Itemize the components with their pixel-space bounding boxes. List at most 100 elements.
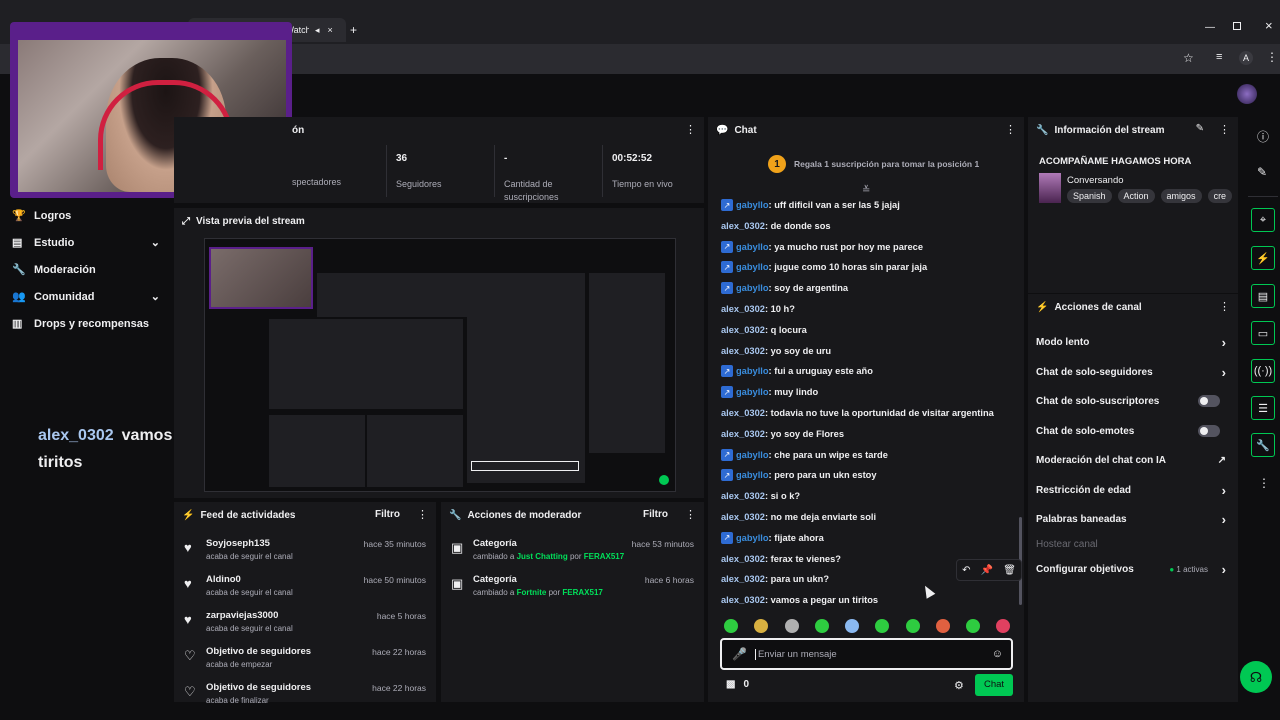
more-icon[interactable]: ⋮ — [685, 123, 696, 136]
heart-icon: ♥ — [184, 612, 192, 627]
action-configure-goals[interactable]: Configurar objetivos ● 1 activas › — [1036, 559, 1230, 579]
chat-send-button[interactable]: Chat — [975, 674, 1013, 696]
chat-username[interactable]: gabyllo — [736, 533, 769, 543]
tag[interactable]: Spanish — [1067, 189, 1112, 203]
chat-username[interactable]: gabyllo — [736, 470, 769, 480]
more-icon[interactable]: ⋮ — [685, 508, 696, 521]
chat-username[interactable]: gabyllo — [736, 283, 769, 293]
chat-username[interactable]: alex_0302 — [721, 408, 765, 418]
chat-message: ↗ gabyllo: ya mucho rust por hoy me parec… — [721, 237, 923, 257]
more-icon[interactable]: ⋮ — [1219, 300, 1230, 313]
channel-points[interactable]: ▩ 0 — [726, 679, 749, 690]
emote[interactable] — [845, 619, 859, 633]
emote[interactable] — [966, 619, 980, 633]
chat-username[interactable]: gabyllo — [736, 387, 769, 397]
chat-message: alex_0302: vamos a pegar un tiritos — [721, 590, 878, 610]
chat-username[interactable]: alex_0302 — [721, 491, 765, 501]
star-icon[interactable]: ☆ — [1183, 51, 1194, 65]
chat-username[interactable]: gabyllo — [736, 366, 769, 376]
document-icon[interactable]: ▤ — [1251, 284, 1275, 308]
chat-username[interactable]: gabyllo — [736, 200, 769, 210]
pin-message-icon[interactable]: 📌 — [981, 565, 993, 576]
more-icon[interactable]: ⋮ — [1219, 123, 1230, 136]
tag[interactable]: Action — [1117, 189, 1155, 203]
camera-icon[interactable]: ⌖ — [1251, 208, 1275, 232]
chat-username[interactable]: alex_0302 — [721, 304, 765, 314]
action-slow-mode[interactable]: Modo lento › — [1036, 332, 1230, 352]
sidebar-item-moderacion[interactable]: 🔧 Moderación — [12, 263, 96, 277]
chat-username[interactable]: alex_0302 — [721, 595, 765, 605]
list-icon[interactable]: ☰ — [1251, 396, 1275, 420]
subscribers-only-toggle[interactable] — [1198, 395, 1220, 407]
chat-settings-icon[interactable]: ⚙ — [954, 679, 964, 692]
chevron-right-icon: › — [1221, 561, 1226, 577]
chat-bubble-icon[interactable]: ▭ — [1251, 321, 1275, 345]
tag[interactable]: cre — [1207, 189, 1233, 203]
overlay-username: alex_0302 — [38, 427, 114, 444]
emote[interactable] — [996, 619, 1010, 633]
chat-message-text: : fijate ahora — [768, 532, 824, 543]
sidebar-item-logros[interactable]: 🏆 Logros — [12, 209, 71, 223]
sub-leaderboard-banner[interactable]: 1 Regala 1 suscripción para tomar la pos… — [768, 155, 979, 173]
sidebar-item-drops[interactable]: ▥ Drops y recompensas — [12, 317, 149, 331]
chat-username[interactable]: gabyllo — [736, 242, 769, 252]
browser-menu-icon[interactable]: ⋮ — [1266, 50, 1278, 64]
emote[interactable] — [754, 619, 768, 633]
chat-username[interactable]: gabyllo — [736, 262, 769, 272]
action-emotes-only[interactable]: Chat de solo-emotes — [1036, 421, 1230, 441]
reply-icon[interactable]: ↶ — [962, 565, 970, 576]
stream-info-panel: 🔧 Información del stream ✎ ⋮ ACOMPAÑAME H… — [1028, 117, 1238, 293]
action-subscribers-only[interactable]: Chat de solo-suscriptores — [1036, 391, 1230, 411]
chat-username[interactable]: alex_0302 — [721, 554, 765, 564]
action-banned-words[interactable]: Palabras baneadas › — [1036, 509, 1230, 529]
activity-filter-button[interactable]: Filtro — [375, 509, 400, 520]
more-vertical-icon[interactable]: ⋮ — [1258, 476, 1270, 490]
category-name[interactable]: Conversando — [1067, 175, 1124, 186]
sidebar-item-estudio[interactable]: ▤ Estudio ⌄ — [12, 236, 160, 250]
pencil-icon[interactable]: ✎ — [1257, 165, 1267, 179]
wrench-icon[interactable]: 🔧 — [1251, 433, 1275, 457]
chat-username[interactable]: alex_0302 — [721, 346, 765, 356]
window-close-icon[interactable]: × — [1265, 18, 1273, 33]
chat-input[interactable]: 🎤 Enviar un mensaje ☺ — [720, 638, 1013, 670]
emotes-only-toggle[interactable] — [1198, 425, 1220, 437]
support-chat-button[interactable]: ☊ — [1240, 661, 1272, 693]
chat-username[interactable]: alex_0302 — [721, 325, 765, 335]
more-icon[interactable]: ⋮ — [1005, 123, 1016, 136]
chat-message: alex_0302: si o k? — [721, 486, 800, 506]
emote-picker-icon[interactable]: ☺ — [992, 648, 1003, 660]
chat-username[interactable]: alex_0302 — [721, 574, 765, 584]
emote[interactable] — [815, 619, 829, 633]
emote[interactable] — [875, 619, 889, 633]
user-avatar[interactable] — [1237, 84, 1257, 104]
action-ai-moderation[interactable]: Moderación del chat con IA ↗ — [1036, 450, 1230, 470]
chat-username[interactable]: alex_0302 — [721, 221, 765, 231]
more-icon[interactable]: ⋮ — [417, 508, 428, 521]
bolt-icon[interactable]: ⚡ — [1251, 246, 1275, 270]
broadcast-icon[interactable]: ((·)) — [1251, 359, 1275, 383]
emote[interactable] — [724, 619, 738, 633]
chat-username[interactable]: alex_0302 — [721, 429, 765, 439]
new-tab-button[interactable]: + — [350, 18, 357, 42]
chat-username[interactable]: gabyllo — [736, 450, 769, 460]
action-followers-only[interactable]: Chat de solo-seguidores › — [1036, 362, 1230, 382]
chat-message: ↗ gabyllo: fui a uruguay este año — [721, 361, 873, 381]
delete-icon[interactable]: 🗑 — [1003, 565, 1016, 576]
stream-preview-video[interactable] — [204, 238, 676, 492]
profile-icon[interactable]: A — [1239, 51, 1253, 65]
playlist-icon[interactable]: ≡ — [1216, 51, 1222, 63]
chat-username[interactable]: alex_0302 — [721, 512, 765, 522]
sidebar-item-comunidad[interactable]: 👥 Comunidad ⌄ — [12, 290, 160, 304]
emote[interactable] — [906, 619, 920, 633]
mod-filter-button[interactable]: Filtro — [643, 509, 668, 520]
mic-icon[interactable]: 🎤 — [732, 647, 747, 661]
action-age-restriction[interactable]: Restricción de edad › — [1036, 480, 1230, 500]
tab-close-icon[interactable]: × — [328, 25, 333, 35]
info-icon[interactable]: ⓘ — [1257, 128, 1269, 145]
emote[interactable] — [936, 619, 950, 633]
edit-icon[interactable]: ✎ — [1196, 123, 1204, 134]
tag[interactable]: amigos — [1160, 189, 1202, 203]
maximize-icon[interactable] — [1233, 22, 1241, 30]
emote[interactable] — [785, 619, 799, 633]
minimize-icon[interactable]: — — [1205, 22, 1215, 33]
